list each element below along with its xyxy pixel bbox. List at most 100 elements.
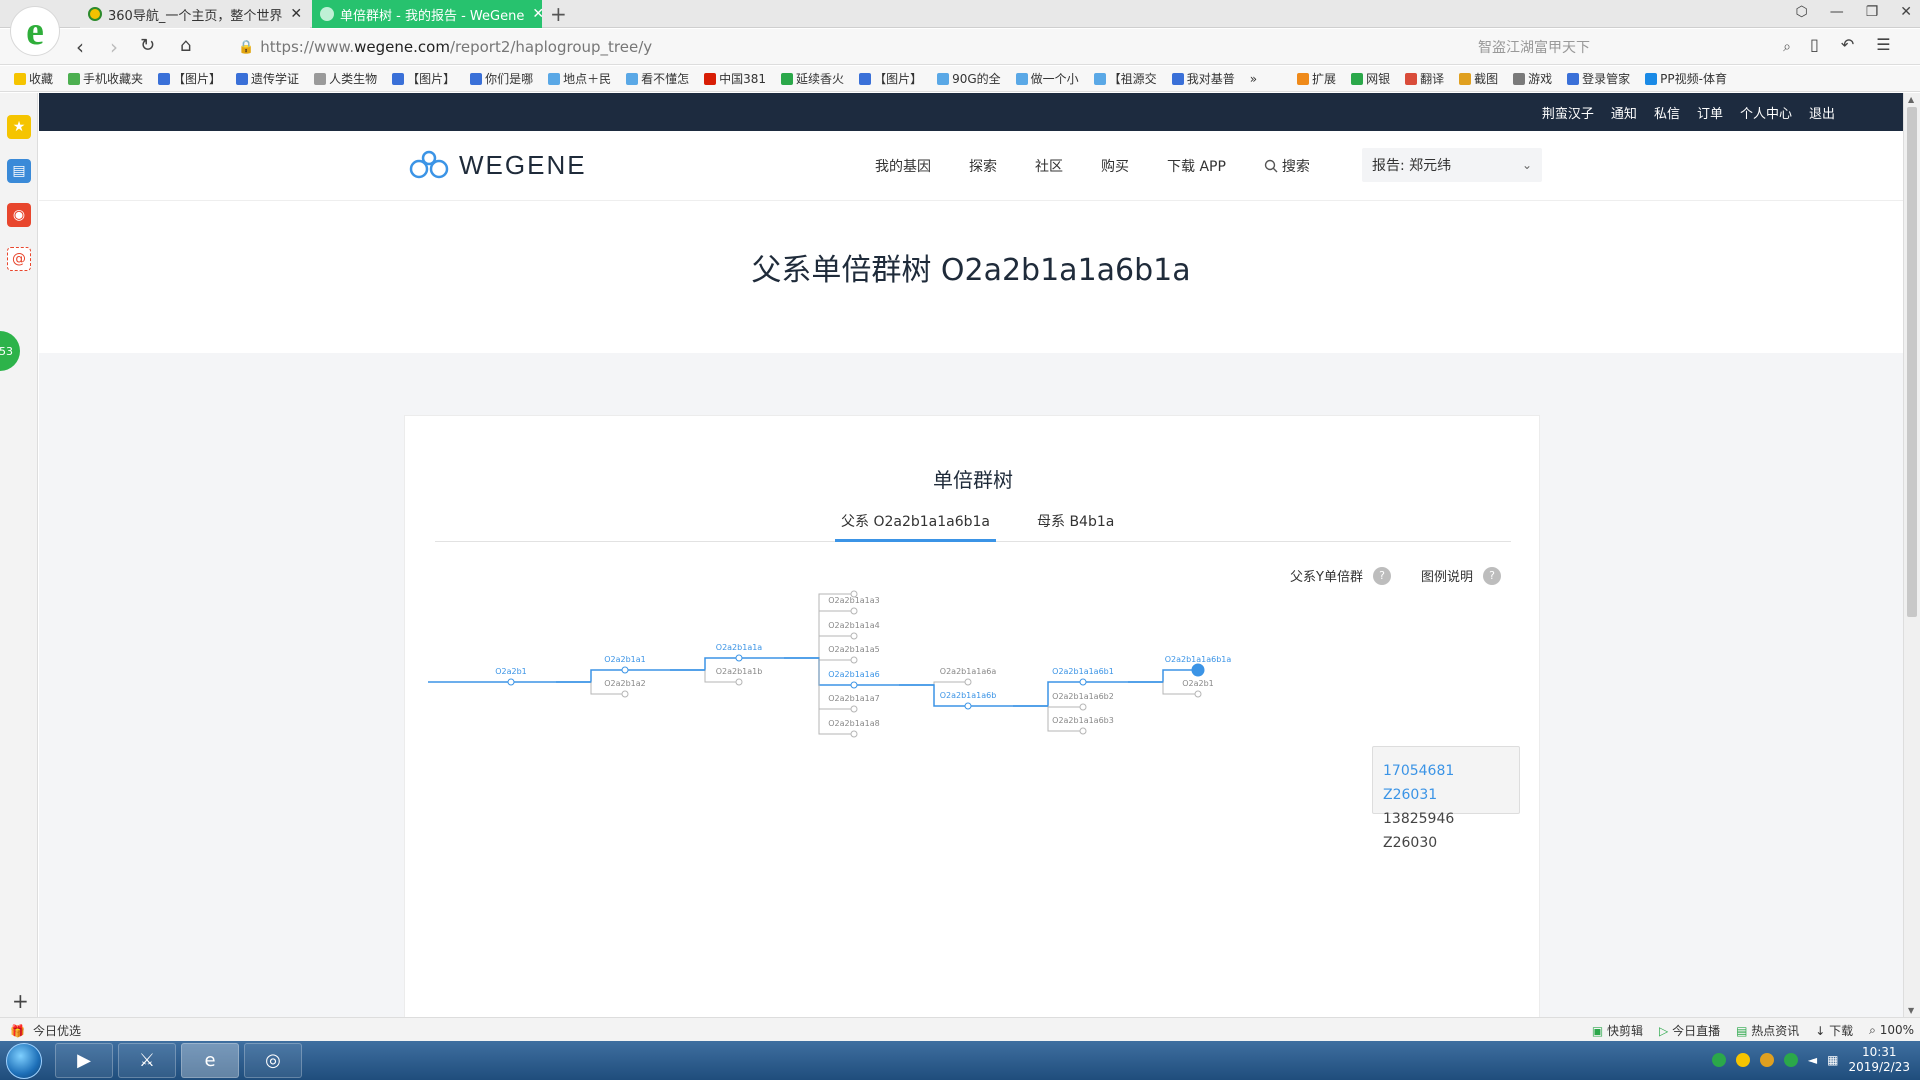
tray-360-icon[interactable] — [1711, 1053, 1726, 1067]
skin-icon[interactable]: ⬡ — [1795, 4, 1807, 20]
status-item[interactable]: ▣ 快剪辑 — [1592, 1022, 1643, 1039]
browser-search-input[interactable]: 智盗江湖富甲天下 ⌕ — [1470, 35, 1795, 59]
bookmark-item[interactable]: 遗传学证 — [236, 70, 299, 87]
add-sidebar-icon[interactable]: + — [12, 989, 29, 1013]
bookmark-item[interactable]: 地点＋民 — [548, 70, 611, 87]
nav-my-genes[interactable]: 我的基因 — [875, 156, 931, 176]
tree-node — [621, 690, 629, 698]
bookmark-item[interactable]: 登录管家 — [1567, 70, 1630, 87]
status-item[interactable]: ↓ 下载 — [1815, 1022, 1853, 1039]
status-item[interactable]: ▤ 热点资讯 — [1736, 1022, 1799, 1039]
reader-icon[interactable]: ▤ — [7, 159, 31, 183]
browser-task-icon[interactable]: e — [181, 1043, 239, 1078]
tray-qq-icon[interactable] — [1735, 1053, 1750, 1067]
tray-network-icon[interactable]: ▦ — [1827, 1053, 1838, 1067]
menu-icon[interactable]: ☰ — [1876, 35, 1890, 54]
new-tab-icon[interactable]: + — [550, 2, 567, 26]
bookmark-item[interactable]: 网银 — [1351, 70, 1390, 87]
nav-search-button[interactable]: 搜索 — [1264, 156, 1348, 176]
nav-community[interactable]: 社区 — [1035, 156, 1063, 176]
browser-logo-icon[interactable]: e — [10, 6, 60, 56]
forward-icon[interactable]: › — [110, 35, 118, 59]
bookmark-item[interactable]: 90G的全 — [937, 70, 1001, 87]
nav-explore[interactable]: 探索 — [969, 156, 997, 176]
scrollbar-thumb[interactable] — [1907, 107, 1917, 617]
bookmark-item[interactable]: 截图 — [1459, 70, 1498, 87]
weibo-icon[interactable]: ◉ — [7, 203, 31, 227]
scroll-up-icon[interactable]: ▲ — [1908, 95, 1914, 104]
legend-help-link[interactable]: 图例说明 — [1421, 566, 1473, 585]
media-player-icon[interactable]: ▶ — [55, 1043, 113, 1078]
status-item[interactable]: ▷ 今日直播 — [1659, 1022, 1720, 1039]
side-badge[interactable]: 53 — [0, 331, 20, 371]
profile-link[interactable]: 个人中心 — [1740, 103, 1792, 122]
browser-tab-wegene[interactable]: 单倍群树 - 我的报告 - WeGene ✕ — [312, 0, 542, 28]
tray-app-icon[interactable] — [1759, 1053, 1774, 1067]
close-tab-icon[interactable]: ✕ — [282, 6, 302, 22]
browser-tab-360[interactable]: 360导航_一个主页，整个世界 ✕ — [80, 0, 310, 28]
haplogroup-tree[interactable]: O2a2b1 O2a2b1a1 O2a2b1a2 O2a2b1a1a O2a2b1a1b… — [405, 586, 1541, 826]
status-item[interactable]: ⌕ 100% — [1869, 1023, 1914, 1038]
bookmark-item[interactable]: 人类生物 — [314, 70, 377, 87]
orders-link[interactable]: 订单 — [1697, 103, 1723, 122]
back-icon[interactable]: ‹ — [76, 35, 84, 59]
bookmark-item[interactable]: 我对基普 — [1171, 70, 1235, 87]
bookmark-item[interactable]: PP视频-体育 — [1645, 70, 1727, 87]
close-tab-icon[interactable]: ✕ — [524, 6, 542, 22]
bookmarks-bar: 收藏 手机收藏夹 【图片】 遗传学证 人类生物 【图片】 你们是哪 地点＋民 看… — [0, 66, 1920, 92]
bookmark-item[interactable]: 收藏 — [14, 70, 53, 87]
game-app-icon[interactable]: ⚔ — [118, 1043, 176, 1078]
tree-node — [850, 656, 858, 664]
start-button[interactable] — [6, 1043, 42, 1079]
bookmark-more[interactable]: » — [1250, 72, 1257, 86]
page-scrollbar[interactable]: ▲ ▼ — [1903, 93, 1920, 1017]
messages-link[interactable]: 私信 — [1654, 103, 1680, 122]
wegene-logo[interactable]: WEGENE — [407, 149, 587, 181]
mobile-icon[interactable]: ▯ — [1810, 35, 1819, 54]
report-selector[interactable]: 报告: 郑元纬 ⌄ — [1362, 148, 1542, 182]
nav-buy[interactable]: 购买 — [1101, 156, 1129, 176]
url-bar[interactable]: 🔒 https://www. wegene.com/report2/haplogr… — [238, 35, 1368, 59]
help-icon[interactable]: ? — [1372, 566, 1391, 585]
bookmark-item[interactable]: 中国381 — [704, 70, 766, 87]
search-icon[interactable]: ⌕ — [1783, 39, 1791, 55]
reload-icon[interactable]: ↻ — [140, 35, 155, 56]
home-icon[interactable]: ⌂ — [180, 35, 191, 56]
username-link[interactable]: 荆蛮汉子 — [1542, 103, 1594, 122]
undo-icon[interactable]: ↶ — [1841, 35, 1854, 54]
bookmark-item[interactable]: 你们是哪 — [470, 70, 533, 87]
notifications-link[interactable]: 通知 — [1611, 103, 1637, 122]
bookmark-item[interactable]: 扩展 — [1297, 70, 1336, 87]
snp-tooltip: 17054681 Z26031 13825946 Z26030 — [1372, 746, 1520, 851]
close-window-icon[interactable]: ✕ — [1900, 4, 1912, 20]
tree-node — [507, 678, 515, 686]
scroll-down-icon[interactable]: ▼ — [1908, 1006, 1914, 1015]
current-haplogroup-node — [1191, 663, 1205, 677]
tray-shield-icon[interactable] — [1783, 1053, 1798, 1067]
mail-icon[interactable]: @ — [7, 247, 31, 271]
favorites-icon[interactable]: ★ — [7, 115, 31, 139]
nav-download-app[interactable]: 下载 APP — [1167, 156, 1226, 176]
bookmark-item[interactable]: 游戏 — [1513, 70, 1552, 87]
tab-paternal[interactable]: 父系 O2a2b1a1a6b1a — [835, 502, 997, 542]
logout-link[interactable]: 退出 — [1809, 103, 1835, 122]
taskbar-clock[interactable]: 10:31 2019/2/23 — [1848, 1045, 1910, 1075]
tree-node-label: O2a2b1 — [495, 667, 527, 676]
tab-maternal[interactable]: 母系 B4b1a — [1031, 502, 1120, 542]
bookmark-item[interactable]: 翻译 — [1405, 70, 1444, 87]
y-haplogroup-link[interactable]: 父系Y单倍群 — [1290, 566, 1363, 585]
help-icon[interactable]: ? — [1483, 566, 1501, 585]
maximize-icon[interactable]: ❐ — [1866, 4, 1879, 20]
tray-speaker-icon[interactable]: ◄ — [1808, 1053, 1817, 1067]
bookmark-item[interactable]: 做一个小 — [1015, 70, 1079, 87]
bookmark-item[interactable]: 手机收藏夹 — [68, 70, 143, 87]
bookmark-item[interactable]: 看不懂怎 — [626, 70, 689, 87]
bookmark-item[interactable]: 【图片】 — [392, 70, 455, 87]
bookmark-item[interactable]: 【图片】 — [859, 70, 922, 87]
minimize-icon[interactable]: — — [1830, 4, 1844, 20]
app-task-icon[interactable]: ◎ — [244, 1043, 302, 1078]
bookmark-item[interactable]: 延续香火 — [781, 70, 844, 87]
bookmark-item[interactable]: 【祖源交 — [1093, 70, 1157, 87]
bookmark-item[interactable]: 【图片】 — [158, 70, 221, 87]
daily-picks[interactable]: 今日优选 — [33, 1022, 81, 1039]
